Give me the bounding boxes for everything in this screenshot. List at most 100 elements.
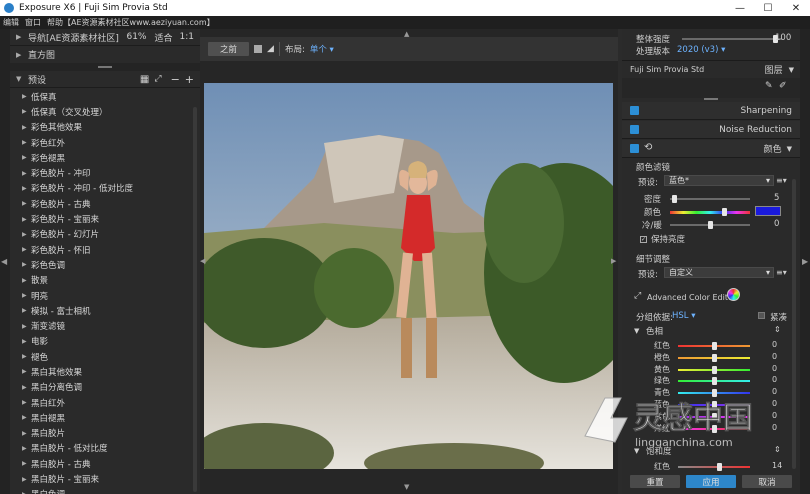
- preset-folder-item[interactable]: ▶ 彩色红外: [10, 135, 192, 150]
- sat-red-knob[interactable]: [717, 463, 723, 471]
- hue-knob[interactable]: [712, 412, 717, 421]
- collapse-right-icon[interactable]: ▶: [802, 257, 808, 266]
- warmth-slider[interactable]: [670, 221, 750, 229]
- detail-preset-dropdown[interactable]: 自定义 ▾: [664, 267, 774, 278]
- preset-folder-item[interactable]: ▶ 彩色胶片 - 冲印: [10, 165, 192, 180]
- close-button[interactable]: ✕: [782, 0, 810, 16]
- preset-folder-item[interactable]: ▶ 彩色胶片 - 怀旧: [10, 242, 192, 257]
- collapse-center-left-icon[interactable]: ◀: [200, 257, 205, 265]
- preset-folder-item[interactable]: ▶ 黑白胶片 - 宝丽来: [10, 471, 192, 486]
- hue-collapse-icon[interactable]: ▼: [634, 327, 639, 335]
- preset-folder-item[interactable]: ▶ 低保真: [10, 89, 192, 104]
- add-preset-icon[interactable]: +: [185, 73, 194, 86]
- color-swatch[interactable]: [755, 206, 781, 216]
- before-button[interactable]: 之前: [208, 42, 250, 56]
- panel-divider-handle[interactable]: [704, 98, 718, 100]
- sharpening-toggle[interactable]: [630, 106, 639, 115]
- color-wheel-icon[interactable]: [727, 288, 740, 301]
- preset-folder-item[interactable]: ▶ 彩色胶片 - 幻灯片: [10, 227, 192, 242]
- hue-slider[interactable]: [678, 424, 750, 433]
- collapse-bottom-icon[interactable]: ▼: [404, 483, 409, 491]
- preset-folder-item[interactable]: ▶ 彩色胶片 - 古典: [10, 196, 192, 211]
- density-knob[interactable]: [672, 195, 677, 203]
- expand-icon[interactable]: ▶: [22, 277, 31, 284]
- expand-icon[interactable]: ▶: [16, 51, 28, 59]
- hue-slider[interactable]: [678, 389, 750, 398]
- hue-expand-icon[interactable]: ⇕: [774, 325, 781, 334]
- panel-divider[interactable]: [10, 63, 200, 71]
- hue-slider[interactable]: [678, 353, 750, 362]
- right-scrollbar[interactable]: [792, 179, 796, 469]
- reset-icon[interactable]: ⟲: [644, 142, 652, 153]
- main-photo[interactable]: [204, 83, 613, 469]
- expand-icon[interactable]: ▶: [22, 124, 31, 131]
- preset-folder-item[interactable]: ▶ 黑白其他效果: [10, 364, 192, 379]
- left-collapse-strip[interactable]: ◀: [0, 29, 10, 494]
- keep-brightness-checkbox[interactable]: ✓ 保持亮度: [640, 233, 685, 245]
- color-hue-slider[interactable]: [670, 208, 750, 216]
- hue-knob[interactable]: [712, 377, 717, 386]
- hue-knob[interactable]: [712, 424, 717, 433]
- preset-folder-item[interactable]: ▶ 黑白红外: [10, 395, 192, 410]
- expand-icon[interactable]: ▶: [22, 476, 31, 483]
- expand-editor-icon[interactable]: ⤢: [634, 291, 641, 301]
- collapse-icon[interactable]: ▼: [16, 75, 28, 83]
- brush-tool-icon[interactable]: ✎: [765, 81, 773, 91]
- brush-icon[interactable]: ◢: [267, 44, 274, 54]
- expand-icon[interactable]: ▶: [22, 338, 31, 345]
- pen-tool-icon[interactable]: ✐: [779, 81, 787, 91]
- sat-expand-icon[interactable]: ⇕: [774, 445, 781, 454]
- expand-icon[interactable]: ▶: [22, 108, 31, 115]
- hue-slider[interactable]: [678, 342, 750, 350]
- maximize-button[interactable]: ☐: [754, 0, 782, 16]
- hue-slider[interactable]: [678, 377, 750, 386]
- sharpening-header[interactable]: Sharpening: [622, 102, 800, 120]
- layers-collapse-icon[interactable]: ▼: [789, 66, 794, 74]
- expand-icon[interactable]: ▶: [22, 200, 31, 207]
- right-collapse-strip[interactable]: ▶: [800, 29, 810, 494]
- expand-icon[interactable]: ▶: [22, 93, 31, 100]
- layout-dropdown[interactable]: 单个 ▾: [310, 43, 334, 55]
- preset-folder-item[interactable]: ▶ 明亮: [10, 288, 192, 303]
- expand-icon[interactable]: ▶: [22, 353, 31, 360]
- preset-folder-item[interactable]: ▶ 黑白分离色调: [10, 380, 192, 395]
- minimize-button[interactable]: —: [726, 0, 754, 16]
- preset-folder-item[interactable]: ▶ 褪色: [10, 349, 192, 364]
- preset-folder-item[interactable]: ▶ 彩色褪黑: [10, 150, 192, 165]
- expand-icon[interactable]: ▶: [22, 307, 31, 314]
- expand-icon[interactable]: ▶: [22, 460, 31, 467]
- preset-folder-item[interactable]: ▶ 彩色其他效果: [10, 120, 192, 135]
- expand-icon[interactable]: ▶: [22, 399, 31, 406]
- sat-red-slider[interactable]: [678, 463, 750, 471]
- preset-folder-item[interactable]: ▶ 散景: [10, 273, 192, 288]
- preset-scrollbar[interactable]: [193, 107, 197, 492]
- preset-folder-item[interactable]: ▶ 黑白胶片 - 古典: [10, 456, 192, 471]
- ratio-button[interactable]: 1:1: [180, 32, 194, 42]
- hue-slider[interactable]: [678, 412, 750, 421]
- expand-icon[interactable]: ▶: [22, 154, 31, 161]
- preset-folder-item[interactable]: ▶黑白色调: [10, 487, 192, 494]
- density-slider[interactable]: [670, 195, 750, 203]
- layer-row[interactable]: Fuji Sim Provia Std 图层 ▼: [622, 60, 800, 78]
- detail-preset-menu-icon[interactable]: ≡▾: [776, 268, 787, 277]
- navigator-header[interactable]: ▶ 导航[AE资源素材社区] 61% 适合 1:1: [10, 29, 200, 46]
- expand-icon[interactable]: ▶: [22, 170, 31, 177]
- presets-header[interactable]: ▼ 预设 ▦ ⤢ − +: [10, 71, 200, 88]
- color-filter-preset-dropdown[interactable]: 蓝色* ▾: [664, 175, 774, 186]
- preset-folder-item[interactable]: ▶ 模拟 - 富士相机: [10, 303, 192, 318]
- hue-slider[interactable]: [678, 401, 750, 409]
- expand-icon[interactable]: ▶: [22, 261, 31, 268]
- hue-slider[interactable]: [678, 365, 750, 374]
- color-toggle[interactable]: [630, 144, 639, 153]
- sat-collapse-icon[interactable]: ▼: [634, 447, 639, 455]
- preset-menu-icon[interactable]: ≡▾: [776, 176, 787, 185]
- hue-knob[interactable]: [712, 342, 717, 350]
- color-hue-knob[interactable]: [722, 208, 728, 216]
- color-collapse-icon[interactable]: ▼: [787, 145, 792, 153]
- hue-knob[interactable]: [712, 389, 717, 398]
- preset-folder-item[interactable]: ▶ 渐变滤镜: [10, 318, 192, 333]
- preset-folder-item[interactable]: ▶ 电影: [10, 334, 192, 349]
- expand-icon[interactable]: ▶: [22, 414, 31, 421]
- preset-folder-item[interactable]: ▶ 彩色胶片 - 宝丽来: [10, 211, 192, 226]
- grid-view-icon[interactable]: ▦: [140, 74, 149, 85]
